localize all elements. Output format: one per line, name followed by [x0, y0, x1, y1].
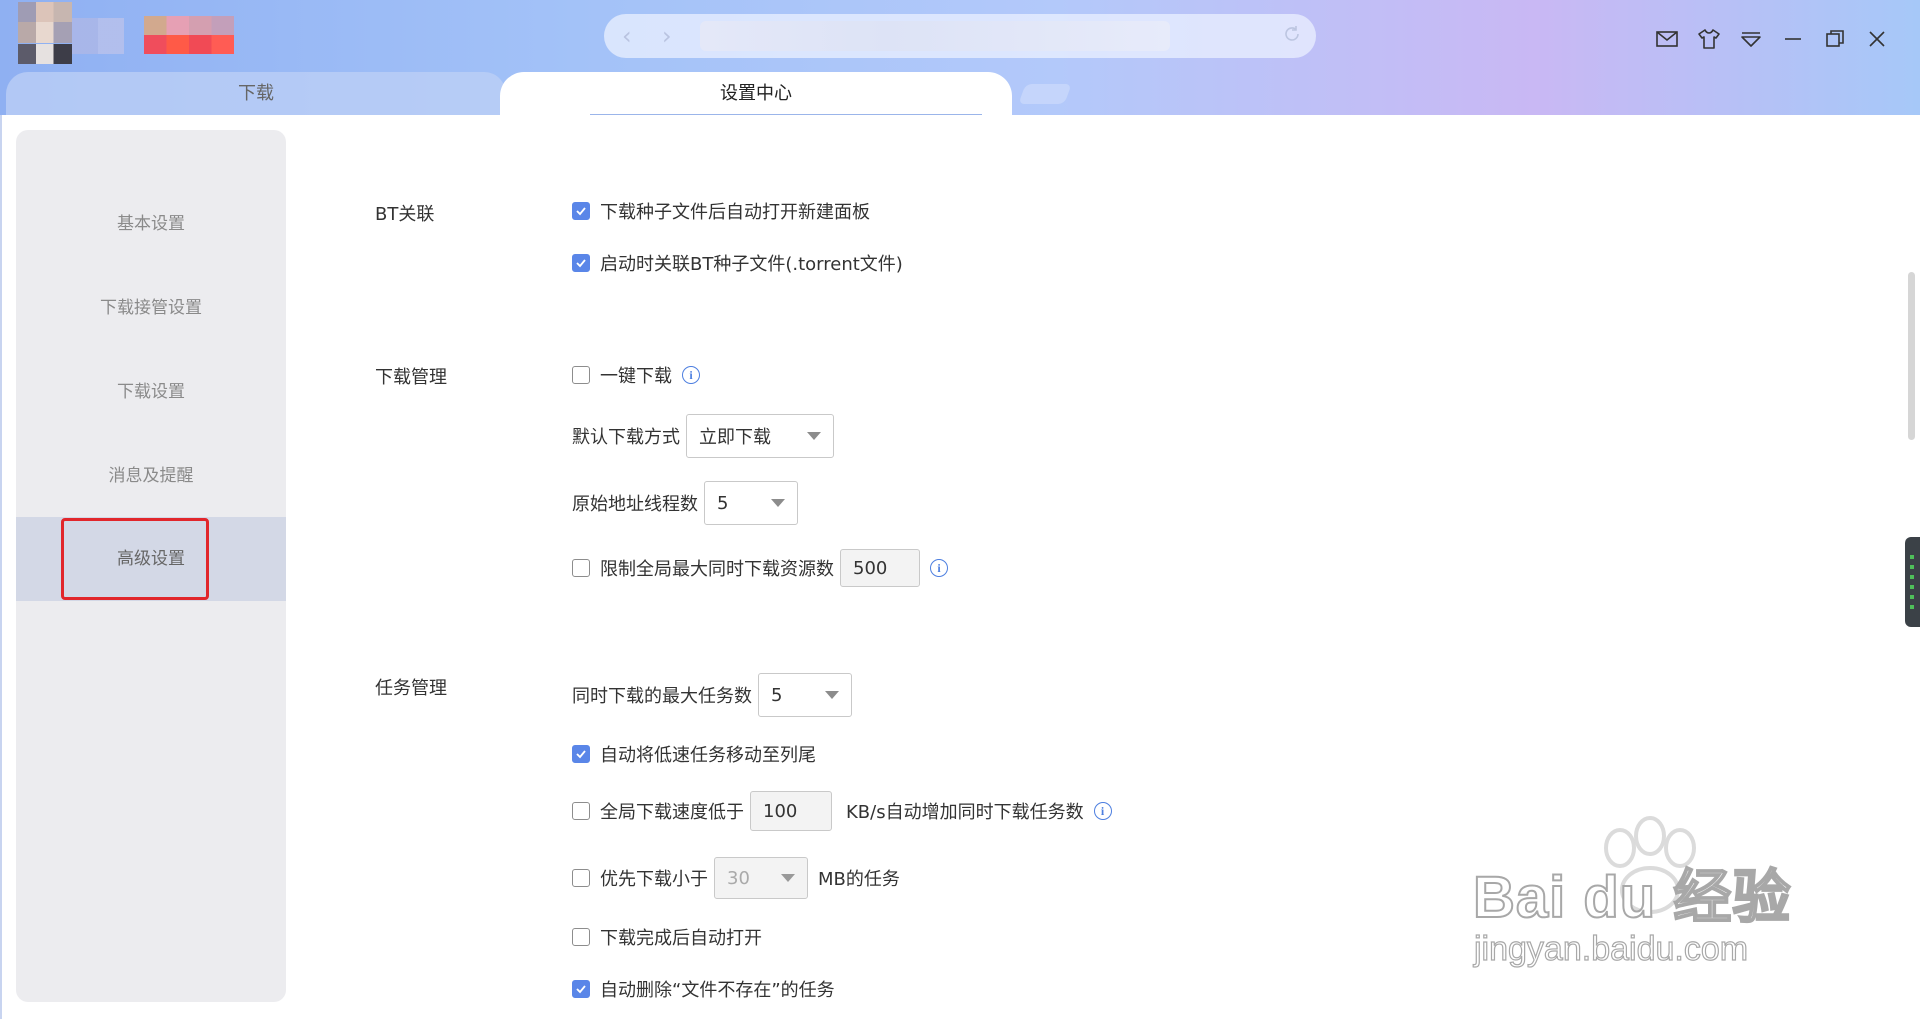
checkbox-unchecked-icon[interactable]: [572, 802, 590, 820]
highlight-annotation: [61, 518, 209, 600]
scrollbar-thumb[interactable]: [1908, 272, 1915, 440]
title-bar: ‹ › 下载 设置中心: [0, 0, 1920, 116]
restore-icon[interactable]: [1822, 26, 1848, 52]
threads-select[interactable]: 5: [704, 481, 798, 525]
checkbox-row-prefer-small[interactable]: 优先下载小于 30 MB的任务: [572, 857, 900, 899]
row-max-tasks: 同时下载的最大任务数 5: [572, 673, 852, 717]
sidebar-item-notifications[interactable]: 消息及提醒: [16, 434, 286, 518]
side-dock-widget[interactable]: [1905, 537, 1920, 627]
speed-low-input[interactable]: 100: [750, 791, 832, 831]
url-text-blurred: [700, 21, 1170, 51]
checkbox-row-open-panel[interactable]: 下载种子文件后自动打开新建面板: [572, 198, 870, 224]
checkbox-row-speed-low[interactable]: 全局下载速度低于 100 KB/s自动增加同时下载任务数 i: [572, 791, 1112, 831]
checkbox-checked-icon[interactable]: [572, 202, 590, 220]
field-label: 原始地址线程数: [572, 494, 698, 515]
tab-settings[interactable]: 设置中心: [500, 72, 1012, 115]
checkbox-row-move-slow[interactable]: 自动将低速任务移动至列尾: [572, 741, 816, 767]
back-icon[interactable]: ‹: [622, 22, 632, 50]
mail-icon[interactable]: [1654, 26, 1680, 52]
checkbox-unchecked-icon[interactable]: [572, 366, 590, 384]
checkbox-label: 全局下载速度低于: [600, 802, 744, 823]
select-value: 30: [727, 867, 750, 889]
checkbox-row-associate-bt[interactable]: 启动时关联BT种子文件(.torrent文件): [572, 250, 903, 276]
checkbox-row-auto-open[interactable]: 下载完成后自动打开: [572, 924, 762, 950]
info-icon[interactable]: i: [1093, 802, 1112, 820]
sidebar-item-download[interactable]: 下载设置: [16, 350, 286, 434]
prefer-small-select[interactable]: 30: [714, 857, 808, 899]
address-bar[interactable]: ‹ ›: [604, 14, 1316, 58]
info-icon[interactable]: i: [930, 559, 948, 577]
checkbox-label: 自动将低速任务移动至列尾: [600, 745, 816, 766]
chevron-down-icon: [807, 432, 821, 440]
chevron-down-icon: [781, 874, 795, 882]
minimize-icon[interactable]: [1780, 26, 1806, 52]
menu-dropdown-icon[interactable]: [1738, 26, 1764, 52]
sidebar-item-takeover[interactable]: 下载接管设置: [16, 266, 286, 350]
limit-resources-input[interactable]: 500: [840, 549, 920, 587]
row-threads: 原始地址线程数 5: [572, 481, 798, 525]
suffix-label: KB/s自动增加同时下载任务数: [846, 802, 1084, 823]
field-label: 同时下载的最大任务数: [572, 686, 752, 707]
checkbox-checked-icon[interactable]: [572, 745, 590, 763]
max-tasks-select[interactable]: 5: [758, 673, 852, 717]
checkbox-row-limit-resources[interactable]: 限制全局最大同时下载资源数 500 i: [572, 549, 948, 587]
chevron-down-icon: [825, 691, 839, 699]
close-icon[interactable]: [1864, 26, 1890, 52]
suffix-label: MB的任务: [818, 869, 900, 890]
checkbox-label: 启动时关联BT种子文件(.torrent文件): [600, 254, 903, 275]
select-value: 5: [771, 684, 783, 706]
checkbox-label: 下载完成后自动打开: [600, 928, 762, 949]
checkbox-label: 下载种子文件后自动打开新建面板: [600, 202, 870, 223]
new-tab-button[interactable]: [1018, 84, 1072, 104]
chevron-down-icon: [771, 499, 785, 507]
checkbox-unchecked-icon[interactable]: [572, 869, 590, 887]
checkbox-unchecked-icon[interactable]: [572, 928, 590, 946]
checkbox-checked-icon[interactable]: [572, 980, 590, 998]
tab-download[interactable]: 下载: [6, 72, 506, 115]
field-label: 默认下载方式: [572, 427, 680, 448]
info-icon[interactable]: i: [682, 366, 700, 384]
select-value: 立即下载: [699, 427, 771, 448]
avatar[interactable]: [18, 2, 72, 64]
section-title-download-mgmt: 下载管理: [375, 367, 447, 388]
checkbox-label: 限制全局最大同时下载资源数: [600, 559, 834, 580]
select-value: 5: [717, 492, 729, 514]
refresh-icon[interactable]: [1282, 24, 1302, 44]
watermark-url-text: jingyan.baidu.com: [1473, 929, 1749, 968]
checkbox-label: 优先下载小于: [600, 869, 708, 890]
checkbox-label: 自动删除“文件不存在”的任务: [600, 980, 835, 1001]
forward-icon[interactable]: ›: [662, 22, 672, 50]
skin-shirt-icon[interactable]: [1696, 26, 1722, 52]
default-mode-select[interactable]: 立即下载: [686, 414, 834, 458]
section-title-bt: BT关联: [375, 204, 435, 225]
username-blurred[interactable]: [144, 16, 234, 54]
row-default-mode: 默认下载方式 立即下载: [572, 414, 834, 458]
checkbox-row-auto-delete[interactable]: 自动删除“文件不存在”的任务: [572, 976, 835, 1002]
checkbox-unchecked-icon[interactable]: [572, 559, 590, 577]
section-title-task-mgmt: 任务管理: [375, 678, 447, 699]
checkbox-checked-icon[interactable]: [572, 254, 590, 272]
watermark-logo-text: Bai du 经验: [1472, 864, 1792, 931]
sidebar-item-basic[interactable]: 基本设置: [16, 182, 286, 266]
checkbox-row-one-click[interactable]: 一键下载 i: [572, 362, 700, 388]
checkbox-label: 一键下载: [600, 366, 672, 387]
avatar-badge: [72, 18, 124, 54]
